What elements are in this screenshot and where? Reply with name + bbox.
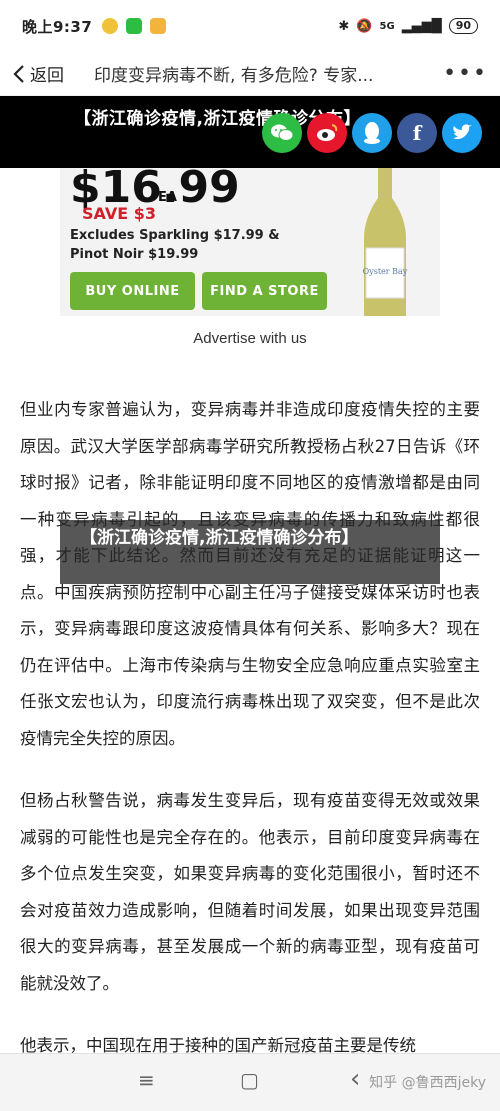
advertise-link[interactable]: Advertise with us	[0, 330, 500, 347]
ad-save: SAVE $3	[82, 204, 156, 223]
watermark: 知乎 @鲁西西jeky	[369, 1075, 486, 1091]
signal-icon: ▂▄▆█	[401, 18, 442, 34]
status-right: ✱ 🔕 5G ▂▄▆█ 90	[338, 18, 478, 34]
chevron-left-icon	[13, 64, 24, 83]
bluetooth-icon: ✱	[338, 18, 350, 34]
page-title: 印度变异病毒不断, 有多危险? 专家...	[94, 66, 374, 86]
overlay-title: 【浙江确诊疫情,浙江疫情确诊分布】	[60, 520, 440, 584]
wechat-notification-icon	[126, 18, 143, 34]
battery-icon: 90	[448, 18, 478, 34]
share-banner: 【浙江确诊疫情,浙江疫情确诊分布】 f	[0, 96, 500, 168]
back-button[interactable]: 返回	[12, 61, 64, 86]
nav-bar: 返回 印度变异病毒不断, 有多危险? 专家... •••	[0, 52, 500, 96]
notification-icons	[102, 18, 167, 34]
facebook-glyph: f	[412, 121, 422, 145]
app-notification-icon-2	[150, 18, 167, 34]
article-paragraph-2: 但杨占秋警告说，病毒发生变异后，现有疫苗变得无效或效果减弱的可能性也是完全存在的…	[20, 791, 480, 993]
status-time: 晚上9:37	[22, 17, 93, 36]
home-button[interactable]: ▢	[240, 1068, 259, 1092]
share-icons: f	[262, 113, 482, 153]
ad-line2: Pinot Noir $19.99	[70, 247, 199, 262]
facebook-share-icon[interactable]: f	[397, 113, 437, 153]
ad-banner[interactable]: $16.99 EA SAVE $3 Excludes Sparkling $17…	[60, 168, 440, 316]
twitter-share-icon[interactable]	[442, 113, 482, 153]
weibo-share-icon[interactable]	[307, 113, 347, 153]
ad-line1: Excludes Sparkling $17.99 &	[70, 228, 280, 243]
find-store-button[interactable]: FIND A STORE	[202, 272, 327, 310]
system-back-button[interactable]: ‹	[350, 1064, 360, 1094]
status-bar: 晚上9:37 ✱ 🔕 5G ▂▄▆█ 90	[0, 0, 500, 52]
menu-button[interactable]: ≡	[138, 1068, 155, 1092]
buy-online-button[interactable]: BUY ONLINE	[70, 272, 195, 310]
back-label: 返回	[30, 66, 64, 86]
wine-bottle-image: Oyster Bay	[363, 168, 408, 316]
qq-share-icon[interactable]	[352, 113, 392, 153]
app-notification-icon	[102, 18, 119, 34]
system-nav-bar: ≡ ▢ ‹ 知乎 @鲁西西jeky	[0, 1053, 500, 1111]
wechat-share-icon[interactable]	[262, 113, 302, 153]
ad-unit: EA	[158, 190, 177, 205]
mute-icon: 🔕	[356, 18, 373, 34]
article-body: 但业内专家普遍认为，变异病毒并非造成印度疫情失控的主要原因。武汉大学医学部病毒学…	[20, 392, 480, 1091]
network-label: 5G	[379, 20, 395, 32]
bottle-label: Oyster Bay	[363, 267, 408, 276]
more-menu-button[interactable]: •••	[443, 61, 488, 86]
